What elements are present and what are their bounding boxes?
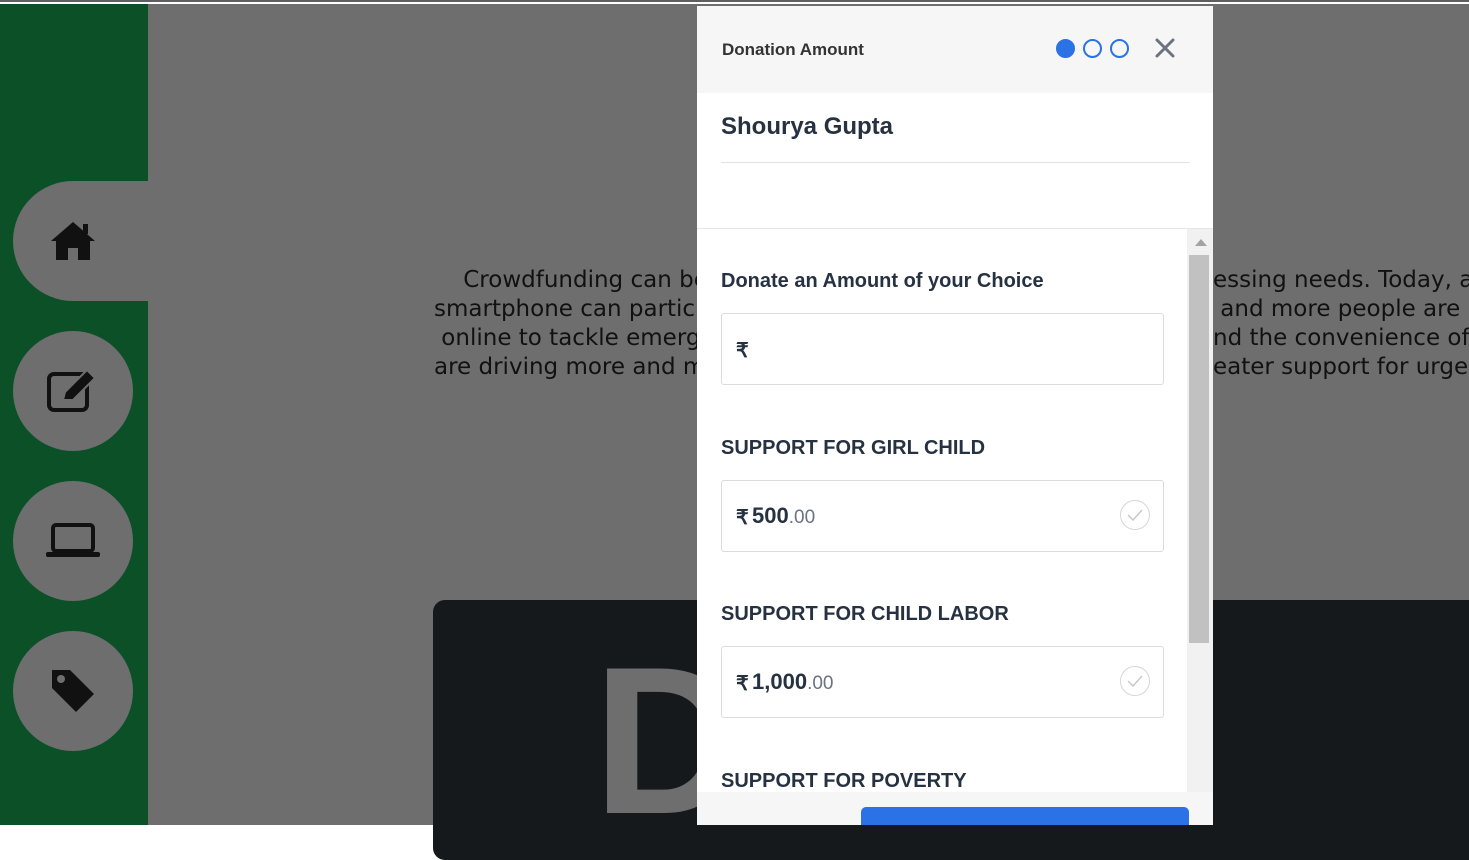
sidebar-item-edit[interactable]: [13, 331, 133, 451]
paragraph-line: eater support for urgent: [1213, 354, 1469, 380]
cause-label-poverty: SUPPORT FOR POVERTY: [721, 770, 967, 792]
scroll-up-arrow-icon[interactable]: [1195, 239, 1207, 246]
step-dot: [1083, 39, 1102, 58]
rupee-symbol: ₹: [736, 673, 749, 695]
scroll-thumb[interactable]: [1189, 255, 1209, 643]
amount-decimals: .00: [807, 673, 834, 694]
laptop-icon: [46, 523, 100, 557]
divider: [721, 162, 1190, 163]
proceed-button[interactable]: [861, 807, 1189, 825]
home-icon: [51, 222, 95, 260]
custom-amount-label: Donate an Amount of your Choice: [721, 270, 1044, 292]
amount-integer: 500: [752, 503, 789, 528]
donation-options-list: Donate an Amount of your Choice ₹ SUPPOR…: [697, 229, 1187, 825]
step-indicator: [1056, 39, 1129, 58]
cause-amount-child-labor[interactable]: ₹ 1,000.00: [721, 646, 1164, 718]
paragraph-line: nd the convenience of on: [1213, 325, 1469, 351]
cause-label-child-labor: SUPPORT FOR CHILD LABOR: [721, 603, 1009, 625]
rupee-symbol: ₹: [736, 340, 749, 362]
select-check-icon[interactable]: [1120, 500, 1150, 530]
modal-title: Donation Amount: [722, 40, 864, 59]
tag-icon: [52, 670, 94, 712]
sidebar-item-home[interactable]: [13, 181, 153, 301]
page-intro-paragraph-right: essing needs. Today, any and more people…: [1213, 266, 1469, 382]
sidebar-item-tag[interactable]: [13, 631, 133, 751]
donor-name: Shourya Gupta: [721, 113, 894, 140]
paragraph-line: essing needs. Today, any: [1213, 267, 1469, 293]
cause-amount-girl-child[interactable]: ₹ 500.00: [721, 480, 1164, 552]
cause-amount-value: 500.00: [752, 503, 815, 529]
step-dot-active: [1056, 39, 1075, 58]
close-icon[interactable]: [1153, 36, 1177, 60]
select-check-icon[interactable]: [1120, 666, 1150, 696]
paragraph-line: and more people are no: [1213, 296, 1469, 322]
amount-decimals: .00: [788, 507, 816, 528]
amount-integer: 1,000: [752, 669, 808, 694]
cause-label-girl-child: SUPPORT FOR GIRL CHILD: [721, 437, 986, 459]
edit-icon: [47, 370, 97, 412]
sidebar-item-laptop[interactable]: [13, 481, 133, 601]
custom-amount-input[interactable]: ₹: [721, 313, 1164, 385]
modal-header: Donation Amount: [697, 6, 1213, 93]
rupee-symbol: ₹: [736, 507, 749, 529]
top-border: [0, 0, 1469, 2]
donation-modal: Donation Amount Shourya Gupta Donate an …: [697, 6, 1213, 825]
cause-amount-value: 1,000.00: [752, 669, 833, 695]
step-dot: [1110, 39, 1129, 58]
scrollbar[interactable]: [1187, 229, 1213, 825]
